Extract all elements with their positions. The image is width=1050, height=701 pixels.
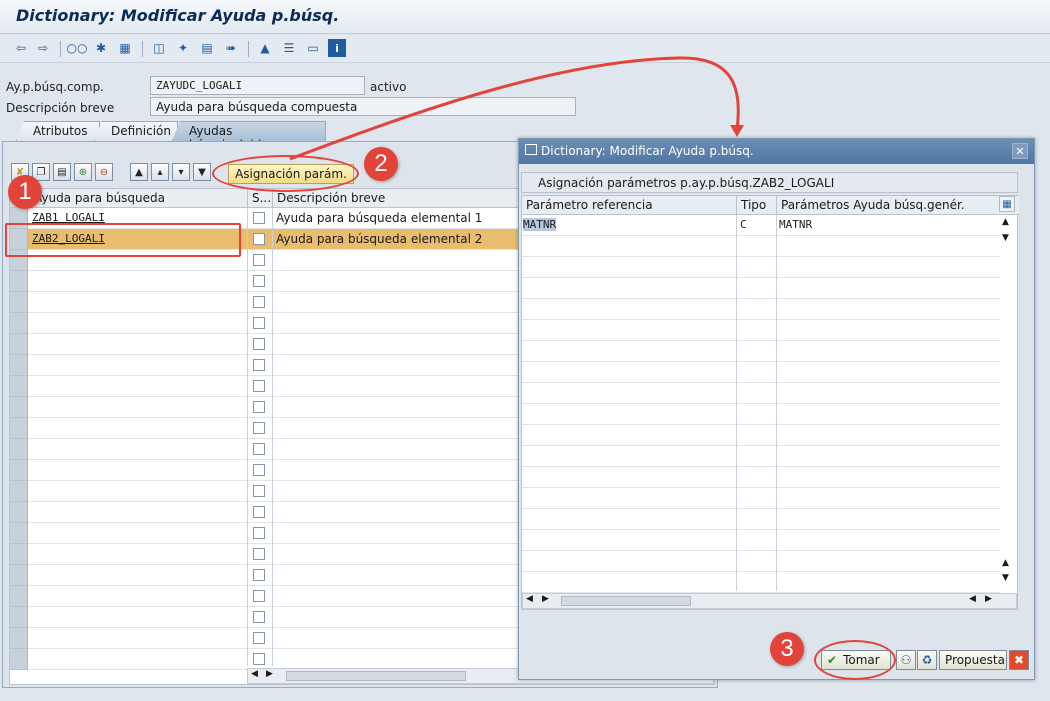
connector-arrow xyxy=(289,56,744,161)
step-3-callout: 3 xyxy=(770,632,804,666)
step-2-callout: 2 xyxy=(364,147,398,181)
step-1-callout: 1 xyxy=(8,175,42,209)
